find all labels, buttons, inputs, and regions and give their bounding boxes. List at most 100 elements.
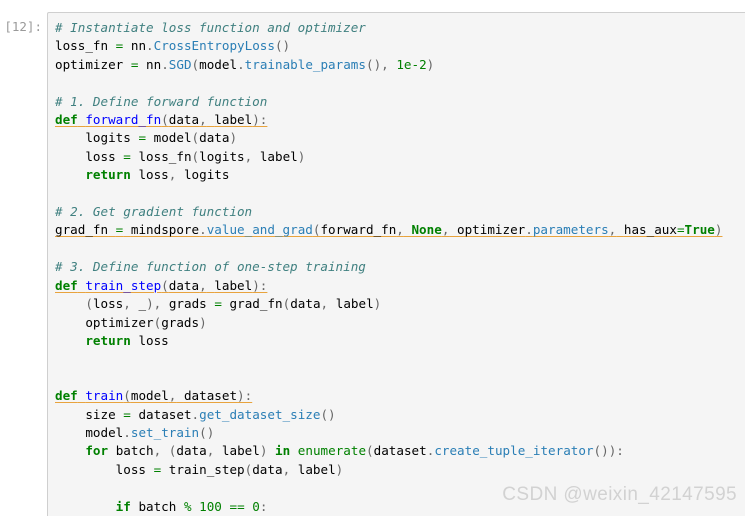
code-attribute: parameters	[532, 222, 609, 238]
code-keyword: if	[115, 498, 131, 514]
code-function-name: forward_fn	[85, 112, 162, 128]
code-token: optimizer	[55, 56, 124, 72]
code-number: 1e-2	[396, 56, 427, 72]
code-operator: ),	[146, 296, 162, 312]
code-token: dataset	[138, 406, 192, 422]
code-operator: =	[214, 296, 222, 312]
cell-execution-prompt: [12]:	[4, 19, 42, 34]
code-operator: ,	[441, 222, 450, 238]
code-token: label	[214, 112, 253, 128]
code-operator: (	[123, 388, 131, 404]
code-operator: ,	[244, 148, 253, 164]
code-keyword: def	[55, 277, 78, 293]
code-operator: ,	[396, 222, 404, 238]
code-token: size	[85, 406, 116, 422]
code-token: dataset	[373, 443, 427, 459]
code-operator: ,	[282, 461, 291, 477]
code-token: batch	[115, 443, 154, 459]
code-token: grads	[168, 296, 207, 312]
code-operator: =	[115, 222, 124, 238]
code-token: grad_fn	[55, 222, 109, 238]
code-token: model	[85, 424, 124, 440]
code-operator: ):	[252, 112, 268, 128]
code-token: dataset	[183, 388, 238, 404]
code-token: data	[168, 277, 200, 293]
code-attribute: value_and_grad	[206, 222, 313, 238]
code-function-name: train_step	[85, 277, 162, 293]
code-operator: =	[123, 406, 131, 422]
code-number: 100	[199, 498, 222, 514]
code-attribute: SGD	[168, 56, 192, 72]
code-token: loss	[115, 461, 147, 477]
code-token: loss_fn	[55, 38, 109, 54]
code-operator: =	[130, 56, 139, 72]
code-lint-underline: def forward_fn(data, label):	[55, 112, 267, 127]
code-token: data	[252, 461, 283, 477]
code-token: data	[199, 130, 230, 146]
code-token: _	[138, 296, 147, 312]
code-operator: (	[85, 296, 93, 312]
code-operator: )	[714, 222, 723, 238]
code-operator: :	[259, 498, 268, 514]
code-comment: # Instantiate loss function and optimize…	[55, 20, 366, 35]
code-number: 0	[252, 498, 260, 514]
code-operator: ()	[274, 38, 291, 54]
code-token: loss	[138, 167, 169, 183]
code-keyword: def	[55, 388, 78, 404]
code-operator: .	[525, 222, 533, 238]
code-token: model	[130, 388, 169, 404]
code-operator: .	[146, 38, 154, 54]
code-token: loss	[85, 148, 116, 164]
code-token: model	[153, 130, 192, 146]
code-token: data	[290, 296, 321, 312]
code-operator: .	[123, 424, 131, 440]
code-operator: =	[138, 130, 147, 146]
code-operator: ,	[123, 296, 131, 312]
code-comment: # 2. Get gradient function	[55, 204, 253, 220]
code-operator: )	[426, 56, 435, 72]
code-operator: ()	[199, 424, 215, 440]
code-keyword: return	[85, 167, 131, 183]
code-operator: (	[366, 443, 374, 459]
code-token: logits	[199, 148, 245, 164]
code-attribute: get_dataset_size	[199, 406, 321, 422]
code-token: loss	[138, 332, 169, 348]
code-token: mindspore	[130, 222, 200, 238]
code-operator: %	[183, 498, 192, 514]
code-constant: True	[684, 222, 715, 238]
code-token: nn	[146, 56, 162, 72]
cell-input-area[interactable]: # Instantiate loss function and optimize…	[47, 12, 745, 516]
code-operator: ,	[168, 167, 177, 183]
code-operator: (	[161, 277, 169, 293]
code-operator: )	[373, 296, 382, 312]
code-token: label	[221, 443, 260, 459]
code-editor[interactable]: # Instantiate loss function and optimize…	[55, 19, 745, 516]
code-token: data	[176, 443, 207, 459]
code-keyword: in	[275, 443, 291, 459]
code-operator: (	[161, 112, 169, 128]
code-operator: )	[335, 461, 344, 477]
code-keyword: for	[85, 443, 109, 459]
code-token: label	[335, 296, 374, 312]
code-operator: ):	[237, 388, 253, 404]
code-operator: =	[676, 222, 685, 238]
code-token: logits	[85, 130, 131, 146]
code-operator: =	[153, 461, 162, 477]
code-attribute: set_train	[130, 424, 200, 440]
code-lint-underline: def train(model, dataset):	[55, 388, 252, 403]
code-operator: ,	[608, 222, 617, 238]
notebook-code-cell[interactable]: [12]: # Instantiate loss function and op…	[0, 12, 745, 516]
code-operator: )	[259, 443, 268, 459]
code-operator: .	[161, 56, 169, 72]
code-constant: None	[411, 222, 442, 238]
code-token: optimizer	[457, 222, 526, 238]
code-operator: ()):	[593, 443, 624, 459]
code-operator: ()	[320, 406, 336, 422]
code-operator: ,	[153, 443, 162, 459]
code-token: data	[168, 112, 200, 128]
code-function-name: train	[85, 388, 124, 404]
code-operator: =	[115, 38, 124, 54]
code-operator: )	[199, 314, 207, 330]
code-token: nn	[130, 38, 147, 54]
code-operator: ,	[168, 388, 177, 404]
